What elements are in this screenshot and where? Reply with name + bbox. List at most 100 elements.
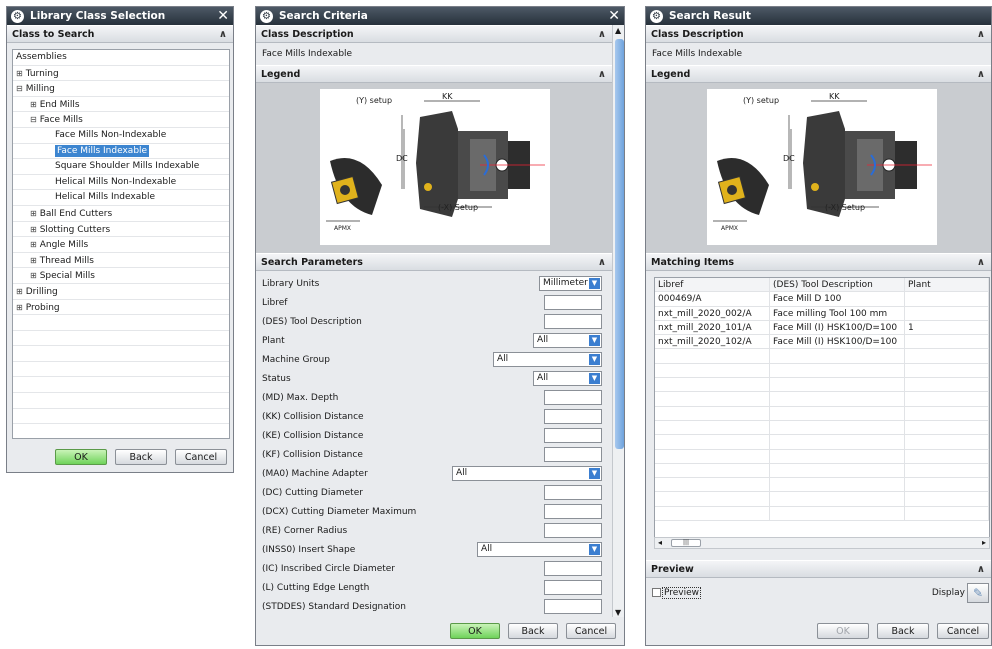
class-to-search-header[interactable]: Class to Search ∧: [7, 25, 233, 43]
chevron-up-icon[interactable]: ∧: [977, 564, 985, 575]
cancel-button[interactable]: Cancel: [175, 449, 227, 465]
param-dropdown[interactable]: All ▼: [452, 466, 602, 481]
expand-icon[interactable]: ⊞: [30, 256, 37, 265]
column-header[interactable]: (DES) Tool Description: [770, 278, 905, 292]
table-row[interactable]: [655, 463, 989, 479]
tree-item[interactable]: ⊞ Drilling: [13, 284, 229, 300]
param-input[interactable]: [544, 447, 602, 462]
ok-button[interactable]: OK: [450, 623, 500, 639]
chevron-down-icon[interactable]: ▼: [589, 278, 600, 289]
chevron-up-icon[interactable]: ∧: [219, 29, 227, 40]
scroll-left-icon[interactable]: ◂: [658, 538, 662, 547]
tree-item[interactable]: Face Mills Indexable: [13, 144, 229, 160]
expand-icon[interactable]: ⊞: [16, 303, 23, 312]
param-input[interactable]: [544, 561, 602, 576]
chevron-up-icon[interactable]: ∧: [598, 69, 606, 80]
table-row[interactable]: [655, 406, 989, 421]
chevron-up-icon[interactable]: ∧: [977, 29, 985, 40]
table-row[interactable]: [655, 363, 989, 379]
preview-checkbox-label[interactable]: Preview: [662, 587, 702, 599]
chevron-up-icon[interactable]: ∧: [977, 69, 985, 80]
cancel-button[interactable]: Cancel: [566, 623, 616, 639]
tree-item[interactable]: Helical Mills Non-Indexable: [13, 175, 229, 191]
scrollbar-thumb[interactable]: |||: [671, 539, 701, 547]
chevron-down-icon[interactable]: ▼: [589, 354, 600, 365]
gear-icon[interactable]: ⚙: [11, 9, 24, 23]
param-dropdown[interactable]: All ▼: [477, 542, 602, 557]
preview-header[interactable]: Preview ∧: [646, 560, 991, 578]
expand-icon[interactable]: ⊞: [30, 271, 37, 280]
expand-icon[interactable]: ⊞: [30, 225, 37, 234]
collapse-icon[interactable]: ⊟: [16, 84, 23, 93]
back-button[interactable]: Back: [115, 449, 167, 465]
tree-item[interactable]: ⊞ Turning: [13, 66, 229, 82]
expand-icon[interactable]: ⊞: [30, 240, 37, 249]
param-input[interactable]: [544, 428, 602, 443]
chevron-down-icon[interactable]: ▼: [589, 373, 600, 384]
chevron-down-icon[interactable]: ▼: [589, 544, 600, 555]
table-row[interactable]: [655, 378, 989, 393]
tree-item[interactable]: ⊞ Slotting Cutters: [13, 222, 229, 238]
table-row[interactable]: 000469/A Face Mill D 100: [655, 292, 989, 307]
table-row[interactable]: [655, 392, 989, 407]
expand-icon[interactable]: ⊞: [30, 100, 37, 109]
table-row[interactable]: nxt_mill_2020_101/A Face Mill (I) HSK100/…: [655, 320, 989, 336]
tree-item[interactable]: ⊟ Milling: [13, 81, 229, 97]
table-row[interactable]: nxt_mill_2020_102/A Face Mill (I) HSK100/…: [655, 335, 989, 350]
param-input[interactable]: [544, 295, 602, 310]
table-row[interactable]: [655, 435, 989, 450]
param-dropdown[interactable]: All ▼: [533, 371, 602, 386]
param-input[interactable]: [544, 523, 602, 538]
param-input[interactable]: [544, 504, 602, 519]
table-row[interactable]: [655, 420, 989, 436]
tree-item[interactable]: ⊟ Face Mills: [13, 112, 229, 128]
close-icon[interactable]: ✕: [217, 7, 229, 25]
tree-item[interactable]: ⊞ Thread Mills: [13, 253, 229, 269]
ok-button[interactable]: OK: [55, 449, 107, 465]
vertical-scrollbar[interactable]: ▲ ▼: [612, 25, 624, 618]
table-row[interactable]: nxt_mill_2020_002/A Face milling Tool 100…: [655, 306, 989, 321]
search-parameters-header[interactable]: Search Parameters ∧: [256, 253, 612, 271]
back-button[interactable]: Back: [508, 623, 558, 639]
table-row[interactable]: [655, 506, 989, 522]
param-dropdown[interactable]: All ▼: [493, 352, 602, 367]
ok-button[interactable]: OK: [817, 623, 869, 639]
gear-icon[interactable]: ⚙: [650, 9, 663, 23]
gear-icon[interactable]: ⚙: [260, 9, 273, 23]
column-header[interactable]: Libref: [655, 278, 770, 292]
param-input[interactable]: [544, 409, 602, 424]
cancel-button[interactable]: Cancel: [937, 623, 989, 639]
back-button[interactable]: Back: [877, 623, 929, 639]
param-input[interactable]: [544, 580, 602, 595]
table-row[interactable]: [655, 449, 989, 464]
param-input[interactable]: [544, 599, 602, 614]
column-header[interactable]: Plant: [905, 278, 989, 292]
class-description-header[interactable]: Class Description ∧: [256, 25, 612, 43]
chevron-down-icon[interactable]: ▼: [589, 468, 600, 479]
param-input[interactable]: [544, 485, 602, 500]
chevron-down-icon[interactable]: ▼: [589, 335, 600, 346]
tree-item[interactable]: ⊞ Ball End Cutters: [13, 206, 229, 222]
collapse-icon[interactable]: ⊟: [30, 115, 37, 124]
scrollbar-thumb[interactable]: [615, 39, 624, 449]
display-button[interactable]: ✎: [967, 583, 989, 603]
preview-checkbox[interactable]: [652, 588, 661, 597]
param-dropdown[interactable]: All ▼: [533, 333, 602, 348]
close-icon[interactable]: ✕: [608, 7, 620, 25]
expand-icon[interactable]: ⊞: [16, 287, 23, 296]
horizontal-scrollbar[interactable]: ◂ ||| ▸: [654, 537, 990, 549]
tree-item[interactable]: ⊞ Special Mills: [13, 268, 229, 284]
tree-item[interactable]: Assemblies: [13, 50, 229, 66]
class-description-header[interactable]: Class Description ∧: [646, 25, 991, 43]
param-dropdown[interactable]: Millimeter ▼: [539, 276, 602, 291]
tree-item[interactable]: ⊞ Probing: [13, 300, 229, 316]
matching-items-header[interactable]: Matching Items ∧: [646, 253, 991, 271]
legend-header[interactable]: Legend ∧: [646, 65, 991, 83]
tree-item[interactable]: ⊞ End Mills: [13, 97, 229, 113]
scroll-up-icon[interactable]: ▲: [615, 26, 621, 35]
chevron-up-icon[interactable]: ∧: [977, 257, 985, 268]
tree-item[interactable]: ⊞ Angle Mills: [13, 237, 229, 253]
table-row[interactable]: [655, 492, 989, 507]
expand-icon[interactable]: ⊞: [16, 69, 23, 78]
param-input[interactable]: [544, 390, 602, 405]
